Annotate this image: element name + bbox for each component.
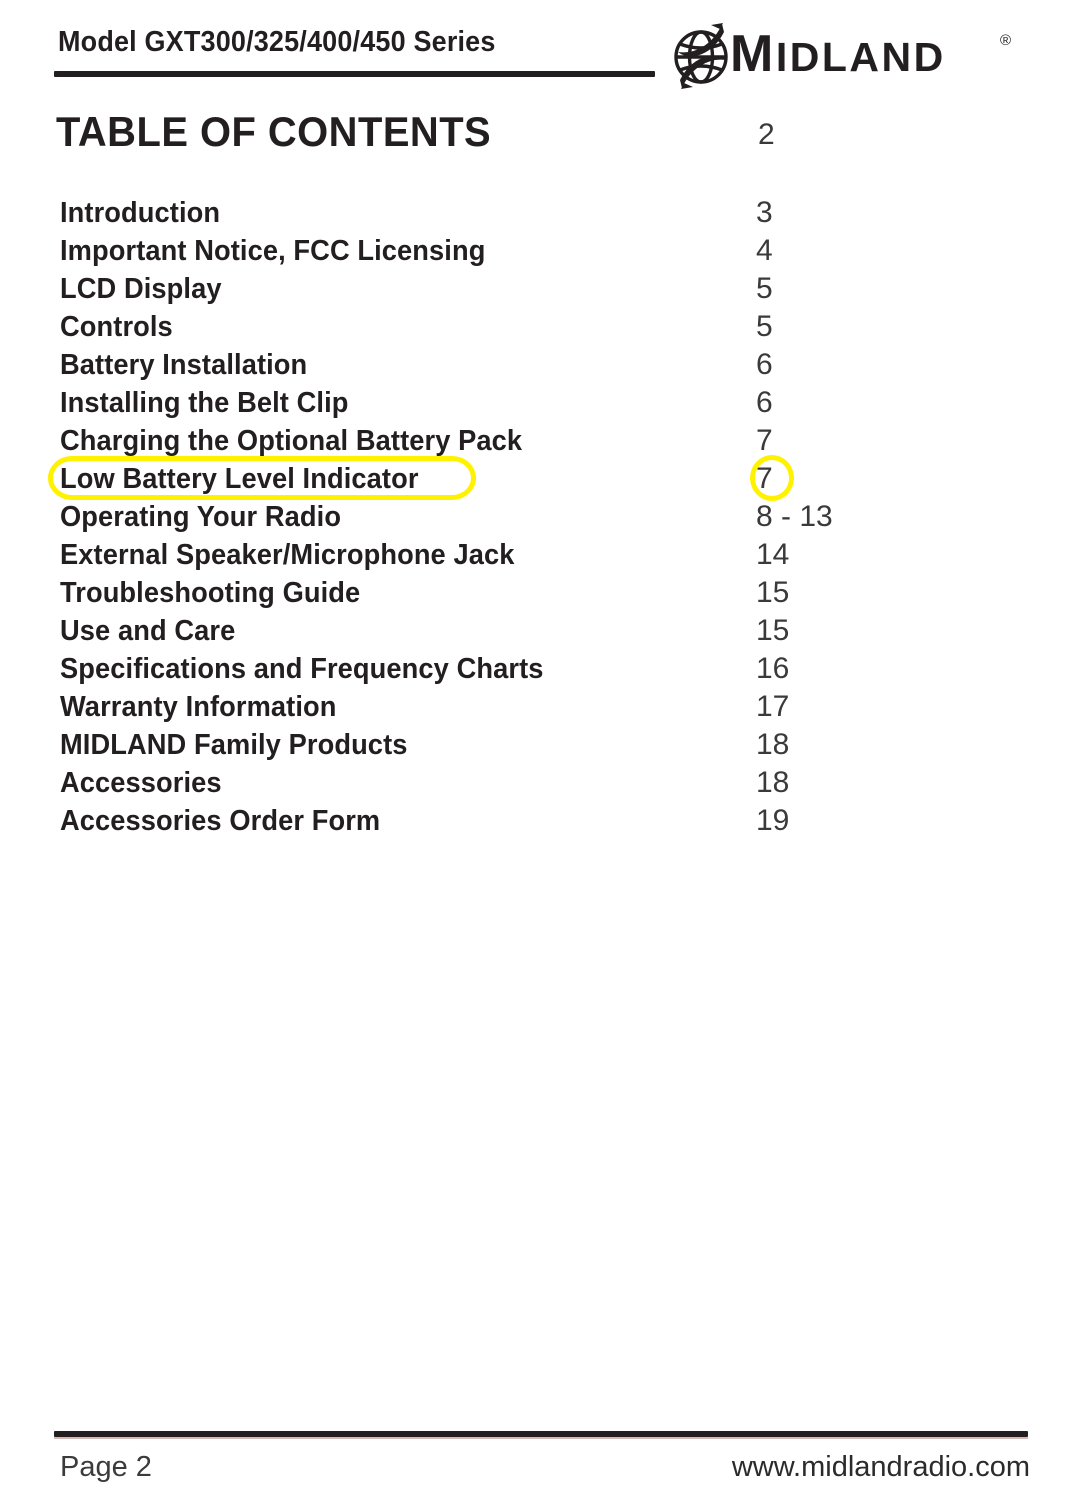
toc-entry-page-number: 16: [756, 652, 790, 685]
toc-entry-page-number: 19: [756, 804, 790, 837]
toc-entry-label: MIDLAND Family Products: [60, 729, 408, 761]
toc-entry-page-number: 7: [756, 424, 773, 457]
toc-entry-label: Accessories: [60, 767, 222, 799]
midland-wordmark: MIDLAND: [730, 28, 946, 83]
toc-entry-page-number: 18: [756, 766, 790, 799]
midland-logo: MIDLAND ®: [664, 16, 1024, 94]
header-divider-rule: [54, 71, 655, 77]
toc-entry-page-number: 18: [756, 728, 790, 761]
toc-row[interactable]: Important Notice, FCC Licensing 4: [0, 234, 1080, 272]
model-series-line: Model GXT300/325/400/450 Series: [58, 26, 496, 58]
toc-entry-label: Accessories Order Form: [60, 805, 381, 837]
toc-row[interactable]: Low Battery Level Indicator 7: [0, 455, 1080, 501]
toc-entry-page-number: 3: [756, 196, 773, 229]
toc-entry-page-number: 7: [756, 462, 773, 495]
toc-entry-label: LCD Display: [60, 273, 222, 305]
toc-row[interactable]: External Speaker/Microphone Jack 14: [0, 538, 1080, 576]
toc-entry-label: Troubleshooting Guide: [60, 577, 361, 609]
wordmark-m: M: [730, 25, 776, 83]
toc-row[interactable]: Operating Your Radio 8 - 13: [0, 500, 1080, 538]
toc-row[interactable]: Installing the Belt Clip 6: [0, 386, 1080, 424]
page-header: Model GXT300/325/400/450 Series MIDLAND …: [0, 0, 1080, 100]
toc-entry-page-number: 17: [756, 690, 790, 723]
toc-entry-label: Use and Care: [60, 615, 236, 647]
toc-entry-label: Low Battery Level Indicator: [60, 463, 419, 495]
toc-entry-page-number: 6: [756, 386, 773, 419]
toc-row[interactable]: Accessories Order Form 19: [0, 804, 1080, 842]
toc-row[interactable]: Battery Installation 6: [0, 348, 1080, 386]
toc-row[interactable]: Accessories 18: [0, 766, 1080, 804]
toc-entry-page-number: 5: [756, 272, 773, 305]
toc-entry-page-number: 8 - 13: [756, 500, 833, 533]
toc-row[interactable]: Warranty Information 17: [0, 690, 1080, 728]
toc-row[interactable]: LCD Display 5: [0, 272, 1080, 310]
toc-entry-page-number: 15: [756, 576, 790, 609]
toc-entry-label: Warranty Information: [60, 691, 337, 723]
toc-entry-label: Controls: [60, 311, 173, 343]
toc-row[interactable]: Controls 5: [0, 310, 1080, 348]
toc-entry-label: Installing the Belt Clip: [60, 387, 349, 419]
toc-row[interactable]: Charging the Optional Battery Pack 7: [0, 424, 1080, 462]
toc-entry-page-number: 14: [756, 538, 790, 571]
toc-entry-page-number: 5: [756, 310, 773, 343]
page-footer: Page 2 www.midlandradio.com: [0, 1424, 1080, 1512]
toc-entry-page-number: 15: [756, 614, 790, 647]
toc-entry-label: Important Notice, FCC Licensing: [60, 235, 486, 267]
toc-entry-page-number: 4: [756, 234, 773, 267]
toc-row[interactable]: MIDLAND Family Products 18: [0, 728, 1080, 766]
toc-row[interactable]: Troubleshooting Guide 15: [0, 576, 1080, 614]
page-title-page-number: 2: [758, 118, 775, 151]
toc-row[interactable]: Introduction 3: [0, 196, 1080, 234]
toc-entry-label: Battery Installation: [60, 349, 308, 381]
toc-entry-label: Charging the Optional Battery Pack: [60, 425, 523, 457]
table-of-contents-list: Introduction 3 Important Notice, FCC Licen…: [0, 196, 1080, 842]
toc-entry-label: Operating Your Radio: [60, 501, 342, 533]
footer-page-label: Page 2: [60, 1451, 152, 1483]
footer-divider-rule: [54, 1431, 1028, 1439]
toc-row[interactable]: Specifications and Frequency Charts 16: [0, 652, 1080, 690]
wordmark-rest: IDLAND: [775, 34, 946, 80]
toc-entry-label: Specifications and Frequency Charts: [60, 653, 544, 685]
toc-entry-label: Introduction: [60, 197, 221, 229]
toc-entry-page-number: 6: [756, 348, 773, 381]
page-title: TABLE OF CONTENTS: [56, 108, 492, 155]
document-page: Model GXT300/325/400/450 Series MIDLAND …: [0, 0, 1080, 1512]
footer-website-link[interactable]: www.midlandradio.com: [732, 1451, 1030, 1484]
registered-trademark-icon: ®: [1000, 32, 1012, 49]
toc-row[interactable]: Use and Care 15: [0, 614, 1080, 652]
toc-entry-label: External Speaker/Microphone Jack: [60, 539, 515, 571]
